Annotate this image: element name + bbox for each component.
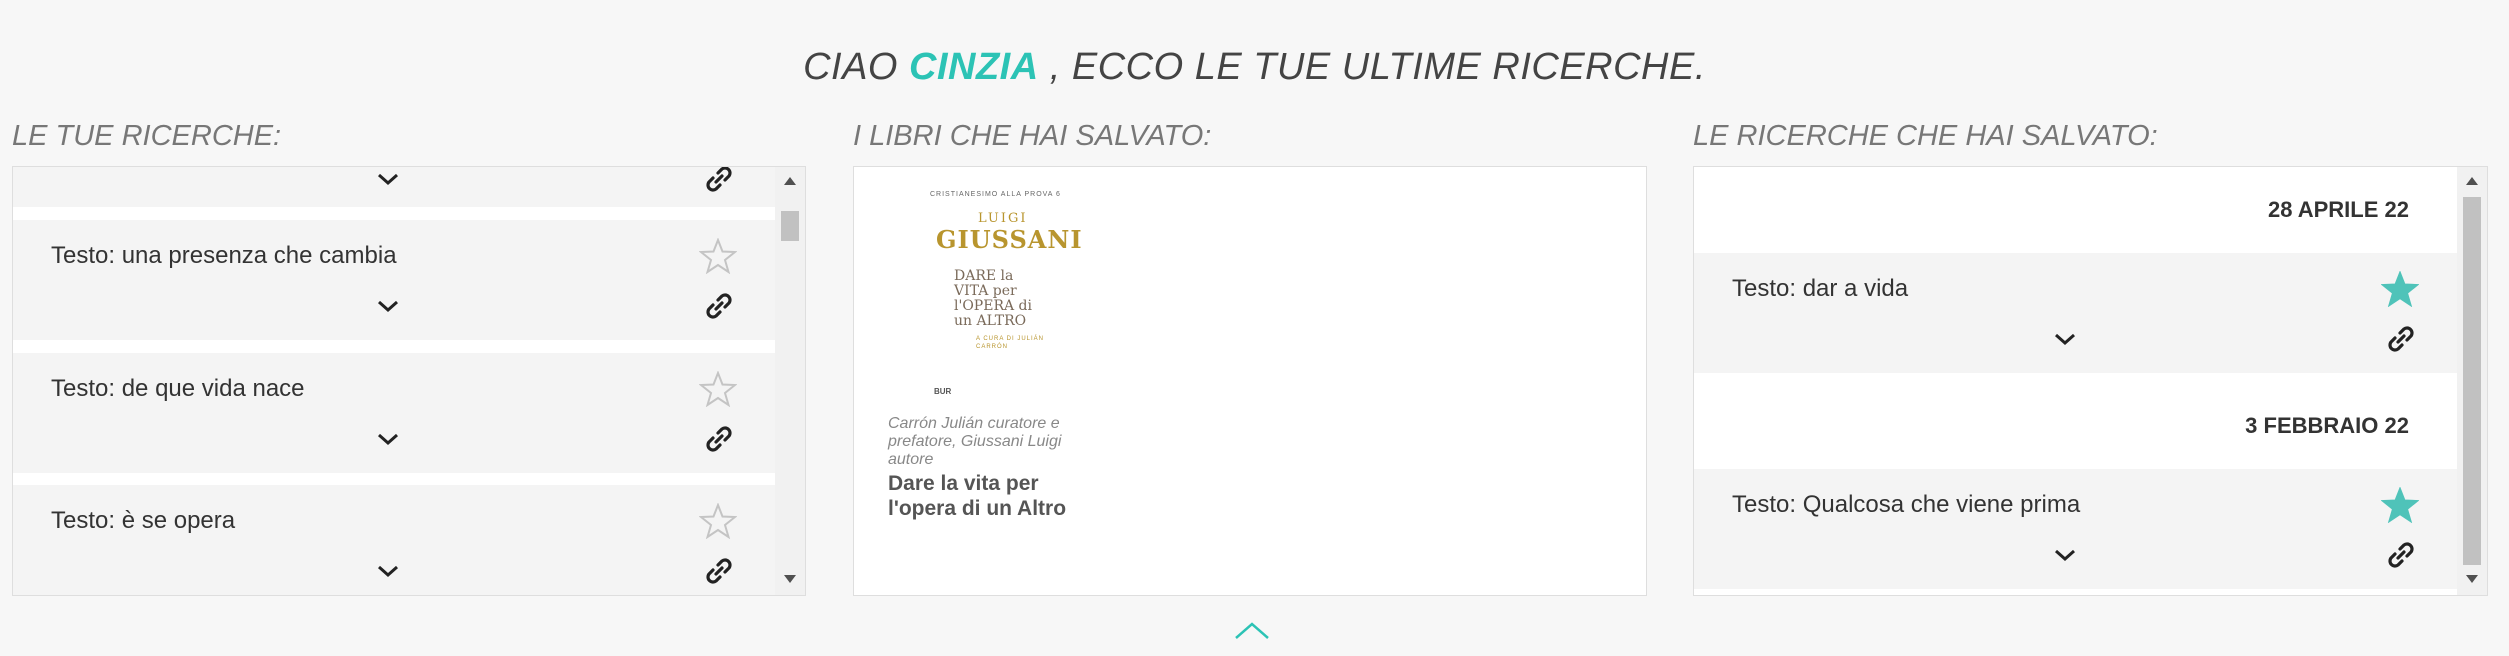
saved-searches-scrollbar[interactable] [2457, 167, 2487, 595]
search-card: Testo: è se opera [13, 485, 775, 595]
chevron-down-icon[interactable] [2050, 329, 2080, 349]
recent-searches-list: Testo: una presenza che cambia Testo: de… [13, 167, 775, 595]
saved-books-panel: CRISTIANESIMO ALLA PROVA 6 LUIGI GIUSSAN… [853, 166, 1647, 596]
scroll-down-arrow[interactable] [2466, 575, 2478, 583]
search-card: Testo: de que vida nace [13, 353, 775, 473]
saved-search-card: Testo: dar a vida [1694, 253, 2457, 373]
searches-scrollbar[interactable] [775, 167, 805, 595]
saved-search-text: Testo: dar a vida [1732, 275, 1909, 302]
saved-searches-column-title: LE RICERCHE CHE HAI SALVATO: [1693, 120, 2158, 152]
saved-search-date: 28 APRILE 22 [2267, 197, 2409, 222]
search-card [13, 167, 775, 207]
cover-curator: A CURA DI JULIÁN CARRÓN [976, 336, 1045, 350]
star-icon[interactable] [699, 371, 737, 407]
cover-series: CRISTIANESIMO ALLA PROVA 6 [930, 191, 1061, 198]
link-icon[interactable] [2383, 321, 2419, 357]
link-icon[interactable] [701, 288, 737, 324]
user-name: CINZIA [909, 46, 1039, 88]
greeting-prefix: CIAO [803, 46, 898, 88]
scrollbar-thumb[interactable] [2463, 197, 2481, 565]
search-text: Testo: de que vida nace [51, 375, 305, 402]
saved-searches-list: 28 APRILE 22 Testo: dar a vida 3 FEBBRAI… [1694, 167, 2457, 595]
recent-searches-panel: Testo: una presenza che cambia Testo: de… [12, 166, 806, 596]
scroll-up-arrow[interactable] [2466, 177, 2478, 185]
link-icon[interactable] [701, 167, 737, 197]
link-icon[interactable] [701, 553, 737, 589]
saved-searches-panel: 28 APRILE 22 Testo: dar a vida 3 FEBBRAI… [1693, 166, 2488, 596]
chevron-down-icon[interactable] [373, 429, 403, 449]
cover-author-first: LUIGI [978, 211, 1028, 226]
chevron-down-icon[interactable] [373, 296, 403, 316]
books-column-title: I LIBRI CHE HAI SALVATO: [853, 120, 1212, 152]
search-card: Testo: una presenza che cambia [13, 220, 775, 340]
scrollbar-thumb[interactable] [781, 211, 799, 241]
chevron-up-icon[interactable] [1234, 620, 1270, 642]
scroll-up-arrow[interactable] [784, 177, 796, 185]
star-icon[interactable] [699, 238, 737, 274]
saved-search-text: Testo: Qualcosa che viene prima [1732, 491, 2081, 518]
saved-search-card: Testo: Qualcosa che viene prima [1694, 469, 2457, 589]
page-greeting: CIAO CINZIA , ECCO LE TUE ULTIME RICERCH… [0, 46, 2509, 89]
star-icon[interactable] [2381, 271, 2419, 307]
search-text: Testo: una presenza che cambia [51, 242, 397, 269]
greeting-suffix: , ECCO LE TUE ULTIME RICERCHE. [1049, 46, 1706, 88]
star-icon[interactable] [699, 503, 737, 539]
saved-search-date: 3 FEBBRAIO 22 [2245, 413, 2409, 438]
chevron-down-icon[interactable] [373, 561, 403, 581]
chevron-down-icon[interactable] [373, 169, 403, 189]
scroll-down-arrow[interactable] [784, 575, 796, 583]
searches-column-title: LE TUE RICERCHE: [12, 120, 282, 152]
book-cover[interactable]: CRISTIANESIMO ALLA PROVA 6 LUIGI GIUSSAN… [920, 187, 1082, 407]
chevron-down-icon[interactable] [2050, 545, 2080, 565]
book-title[interactable]: Dare la vita per l'opera di un Altro [888, 471, 1108, 521]
cover-author-last: GIUSSANI [936, 225, 1083, 254]
star-icon[interactable] [2381, 487, 2419, 523]
search-text: Testo: è se opera [51, 507, 236, 534]
cover-title: DARE la VITA per l'OPERA di un ALTRO [954, 268, 1032, 329]
book-authors: Carrón Julián curatore e prefatore, Gius… [888, 415, 1062, 468]
link-icon[interactable] [701, 421, 737, 457]
link-icon[interactable] [2383, 537, 2419, 573]
publisher-logo: BUR [934, 387, 952, 396]
